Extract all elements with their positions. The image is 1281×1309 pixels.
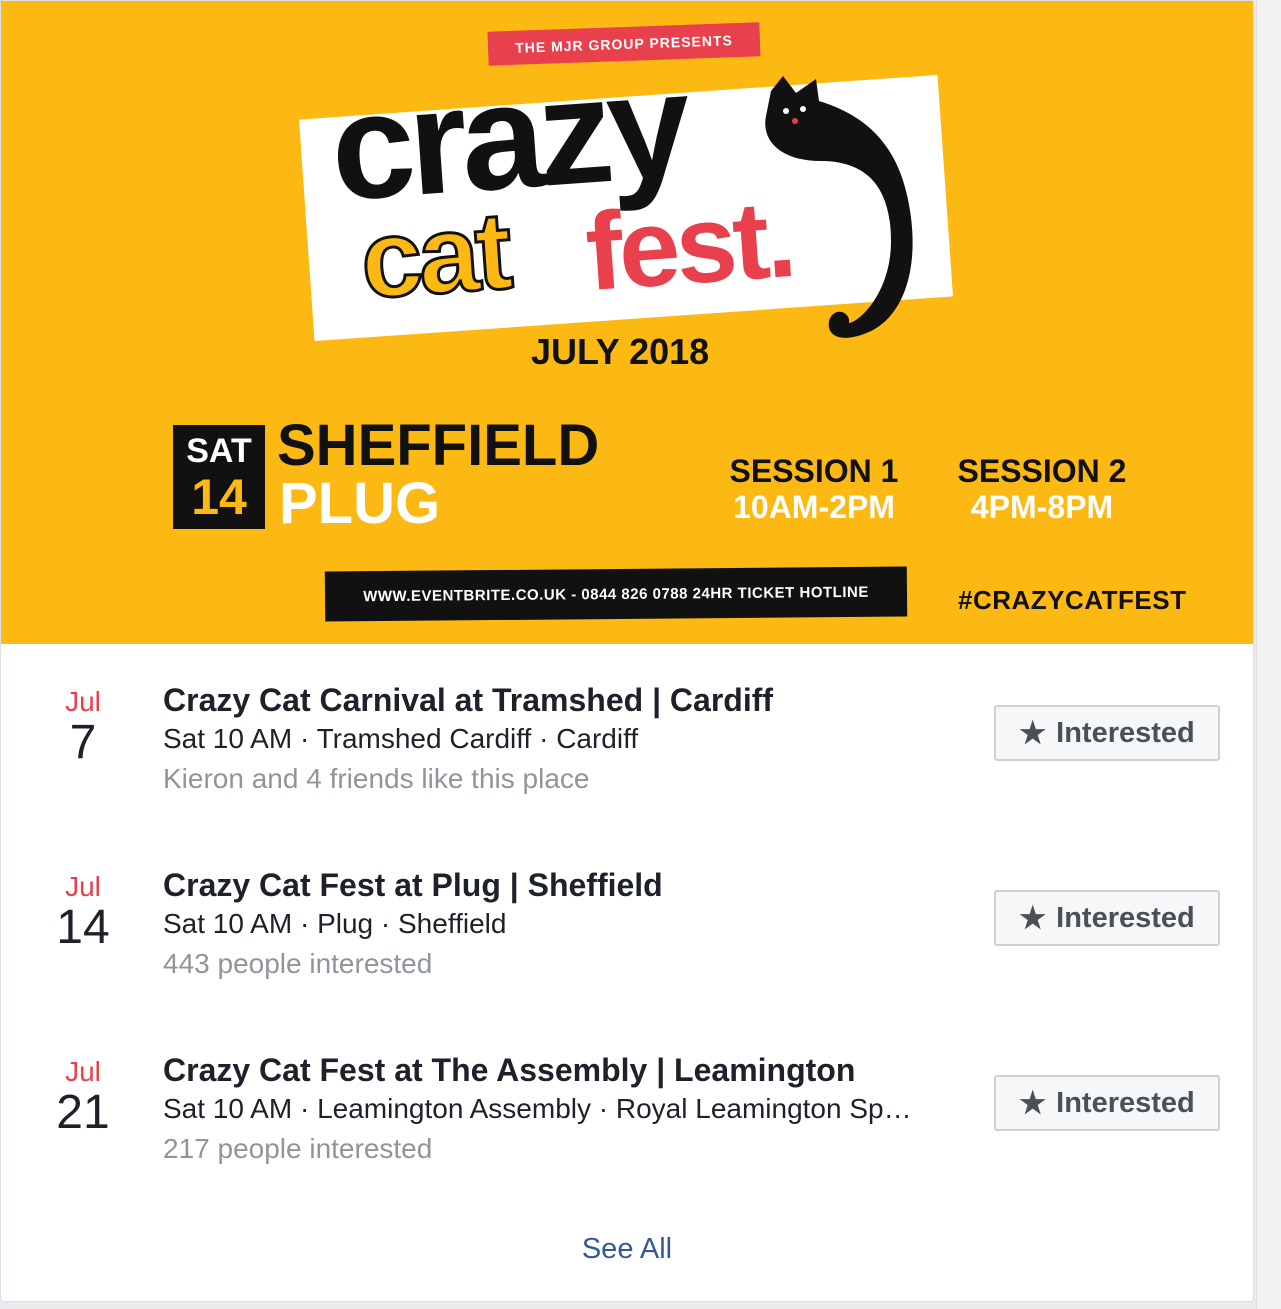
event-row: Jul 21 Crazy Cat Fest at The Assembly | … bbox=[1, 1041, 1253, 1191]
banner-day-num: 14 bbox=[191, 469, 247, 525]
banner-date-box: SAT 14 bbox=[173, 425, 265, 529]
banner-title-cat: cat bbox=[355, 188, 513, 324]
event-month: Jul bbox=[65, 871, 101, 902]
event-social-context: 443 people interested bbox=[163, 948, 433, 979]
interested-label: Interested bbox=[1056, 1086, 1195, 1119]
event-day: 14 bbox=[56, 901, 110, 954]
interested-button[interactable]: ★ Interested bbox=[994, 1075, 1220, 1131]
session-2-title: SESSION 2 bbox=[957, 453, 1127, 489]
banner-session-2: SESSION 2 4PM-8PM bbox=[947, 453, 1137, 525]
banner-hashtag: #CRAZYCATFEST bbox=[958, 585, 1187, 615]
star-icon: ★ bbox=[1019, 716, 1047, 750]
event-row: Jul 7 Crazy Cat Carnival at Tramshed | C… bbox=[1, 671, 1253, 821]
event-meta: Sat 10 AM · Plug · Sheffield bbox=[163, 908, 507, 939]
event-row: Jul 14 Crazy Cat Fest at Plug | Sheffiel… bbox=[1, 856, 1253, 1006]
interested-button[interactable]: ★ Interested bbox=[994, 890, 1220, 946]
page-scrollbar[interactable] bbox=[1256, 0, 1281, 1309]
event-banner-image[interactable]: THE MJR GROUP PRESENTS crazy cat fest. J… bbox=[1, 1, 1253, 644]
event-info: Crazy Cat Fest at The Assembly | Leaming… bbox=[163, 1051, 963, 1169]
event-month: Jul bbox=[65, 686, 101, 717]
star-icon: ★ bbox=[1019, 901, 1047, 935]
see-all-link[interactable]: See All bbox=[1, 1233, 1253, 1266]
event-social-context: Kieron and 4 friends like this place bbox=[163, 763, 590, 794]
interested-label: Interested bbox=[1056, 901, 1195, 934]
event-title-link[interactable]: Crazy Cat Carnival at Tramshed | Cardiff bbox=[163, 681, 963, 719]
banner-venue: PLUG bbox=[279, 471, 441, 536]
banner-session-1: SESSION 1 10AM-2PM bbox=[721, 453, 907, 525]
session-1-title: SESSION 1 bbox=[729, 453, 899, 489]
session-1-time: 10AM-2PM bbox=[733, 489, 895, 525]
event-title-link[interactable]: Crazy Cat Fest at The Assembly | Leaming… bbox=[163, 1051, 963, 1089]
ticket-hotline: WWW.EVENTBRITE.CO.UK - 0844 826 0788 24H… bbox=[324, 566, 908, 622]
event-info: Crazy Cat Fest at Plug | Sheffield Sat 1… bbox=[163, 866, 963, 984]
interested-button[interactable]: ★ Interested bbox=[994, 705, 1220, 761]
event-meta: Sat 10 AM · Leamington Assembly · Royal … bbox=[163, 1093, 912, 1124]
event-date: Jul 14 bbox=[41, 872, 125, 954]
events-card: THE MJR GROUP PRESENTS crazy cat fest. J… bbox=[0, 0, 1254, 1302]
event-social-context: 217 people interested bbox=[163, 1133, 433, 1164]
banner-day-name: SAT bbox=[186, 432, 252, 470]
event-date: Jul 7 bbox=[41, 687, 125, 769]
interested-label: Interested bbox=[1056, 716, 1195, 749]
event-meta: Sat 10 AM · Tramshed Cardiff · Cardiff bbox=[163, 723, 639, 754]
cat-illustration-icon bbox=[765, 76, 913, 338]
event-title-link[interactable]: Crazy Cat Fest at Plug | Sheffield bbox=[163, 866, 963, 904]
event-day: 7 bbox=[69, 716, 97, 769]
banner-month: JULY 2018 bbox=[531, 331, 710, 372]
banner-city: SHEFFIELD bbox=[277, 413, 600, 478]
event-month: Jul bbox=[65, 1056, 101, 1087]
event-day: 21 bbox=[56, 1086, 110, 1139]
event-date: Jul 21 bbox=[41, 1057, 125, 1139]
session-2-time: 4PM-8PM bbox=[970, 489, 1114, 525]
star-icon: ★ bbox=[1019, 1086, 1047, 1120]
event-info: Crazy Cat Carnival at Tramshed | Cardiff… bbox=[163, 681, 963, 799]
